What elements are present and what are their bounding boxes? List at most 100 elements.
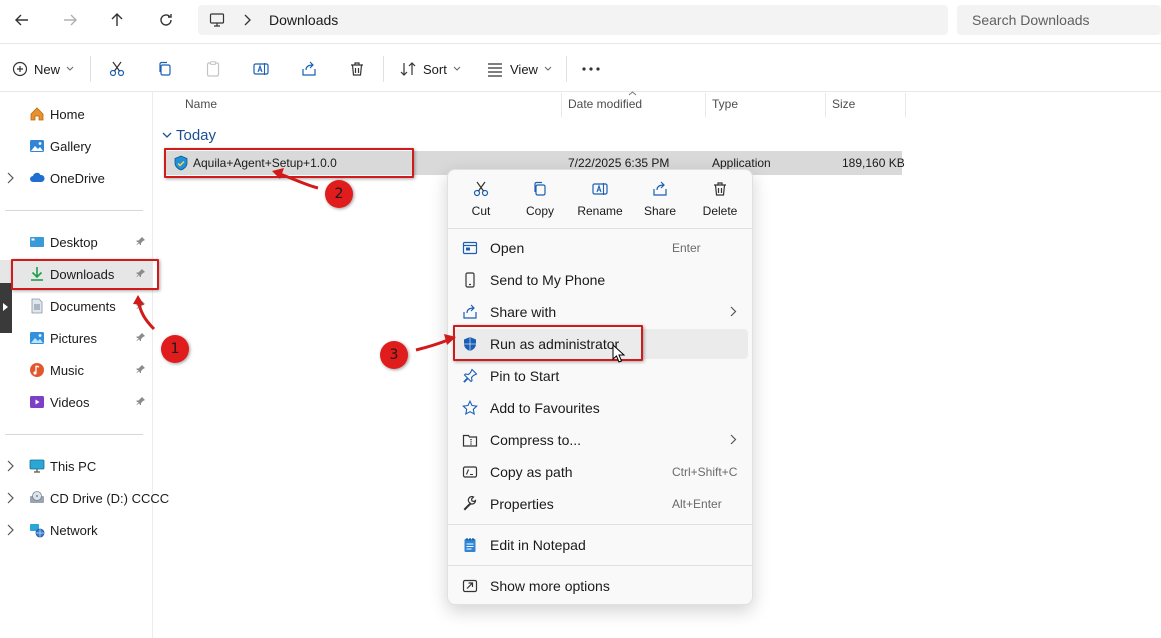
refresh-icon bbox=[160, 14, 172, 26]
menu-item-open[interactable]: Open Enter bbox=[454, 233, 748, 263]
menu-item-label: Copy as path bbox=[490, 464, 573, 480]
share-icon bbox=[463, 304, 477, 319]
sidebar-item-network[interactable]: Network bbox=[0, 516, 153, 544]
new-button[interactable]: New bbox=[12, 56, 74, 82]
highlight-box-downloads bbox=[11, 259, 159, 290]
sidebar-item-label: Gallery bbox=[50, 139, 92, 154]
menu-item-shortcut: Ctrl+Shift+C bbox=[672, 465, 738, 479]
menu-item-label: Share with bbox=[490, 304, 557, 320]
sidebar-item-label: Network bbox=[50, 523, 98, 538]
side-peek-tab[interactable] bbox=[0, 283, 12, 333]
sort-icon bbox=[400, 62, 416, 76]
clipboard-icon bbox=[206, 61, 220, 77]
chevron-right-icon[interactable] bbox=[6, 460, 14, 472]
copy-button[interactable] bbox=[156, 56, 174, 82]
arrow-left-icon bbox=[15, 14, 28, 26]
chevron-down-icon bbox=[544, 66, 552, 71]
sort-button[interactable]: Sort bbox=[399, 56, 461, 82]
sidebar-item-videos[interactable]: Videos bbox=[0, 388, 153, 416]
column-header-size[interactable]: Size bbox=[832, 97, 855, 111]
sidebar-item-gallery[interactable]: Gallery bbox=[0, 132, 153, 160]
pin-icon[interactable] bbox=[136, 396, 146, 406]
view-button[interactable]: View bbox=[486, 56, 552, 82]
column-header-name[interactable]: Name bbox=[185, 97, 217, 111]
address-path[interactable]: Downloads bbox=[198, 5, 948, 35]
column-divider[interactable] bbox=[561, 93, 562, 117]
menu-item-edit-in-notepad[interactable]: Edit in Notepad bbox=[454, 530, 748, 560]
menu-item-show-more-options[interactable]: Show more options bbox=[454, 571, 748, 601]
chevron-right-icon[interactable] bbox=[6, 524, 14, 536]
menu-item-label: Pin to Start bbox=[490, 368, 560, 384]
context-menu: Cut Copy Rename Share Delete Open Enter … bbox=[447, 169, 753, 605]
back-button[interactable] bbox=[8, 8, 36, 32]
more-options-button[interactable] bbox=[581, 56, 601, 82]
trash-icon bbox=[351, 62, 363, 76]
column-header-date-modified[interactable]: Date modified bbox=[568, 97, 642, 111]
star-icon bbox=[462, 400, 478, 416]
rename-button[interactable] bbox=[252, 56, 270, 82]
share-button[interactable] bbox=[300, 56, 318, 82]
computer-icon bbox=[29, 459, 45, 473]
pin-icon[interactable] bbox=[136, 364, 146, 374]
view-label: View bbox=[510, 61, 538, 77]
sidebar-divider bbox=[5, 434, 143, 435]
path-segment-downloads[interactable]: Downloads bbox=[269, 12, 338, 28]
menu-item-add-to-favourites[interactable]: Add to Favourites bbox=[454, 393, 748, 423]
cut-button[interactable] bbox=[108, 56, 126, 82]
sidebar-item-home[interactable]: Home bbox=[0, 100, 153, 128]
menu-item-pin-to-start[interactable]: Pin to Start bbox=[454, 361, 748, 391]
forward-button[interactable] bbox=[56, 8, 84, 32]
sidebar-item-label: Pictures bbox=[50, 331, 97, 346]
context-cut-button[interactable]: Cut bbox=[452, 180, 510, 228]
chevron-right-icon[interactable] bbox=[6, 492, 14, 504]
chevron-right-icon[interactable] bbox=[6, 172, 14, 184]
up-button[interactable] bbox=[103, 8, 131, 32]
network-icon bbox=[30, 524, 45, 538]
annotation-arrow-3 bbox=[415, 334, 456, 352]
sidebar-item-desktop[interactable]: Desktop bbox=[0, 228, 153, 256]
home-icon bbox=[30, 107, 44, 121]
gallery-icon bbox=[30, 140, 44, 152]
column-divider[interactable] bbox=[825, 93, 826, 117]
sidebar-item-label: CD Drive (D:) CCCC bbox=[50, 491, 170, 506]
pin-icon bbox=[463, 368, 478, 383]
refresh-button[interactable] bbox=[152, 8, 180, 32]
menu-divider bbox=[448, 524, 752, 525]
column-header-type[interactable]: Type bbox=[712, 97, 738, 111]
menu-item-copy-as-path[interactable]: Copy as path Ctrl+Shift+C bbox=[454, 457, 748, 487]
arrow-right-icon bbox=[64, 14, 77, 26]
menu-item-compress-to[interactable]: Compress to... bbox=[454, 425, 748, 455]
menu-item-send-to-phone[interactable]: Send to My Phone bbox=[454, 265, 748, 295]
chevron-right-icon bbox=[730, 306, 737, 317]
delete-button[interactable] bbox=[348, 56, 366, 82]
file-date: 7/22/2025 6:35 PM bbox=[568, 156, 670, 170]
column-divider[interactable] bbox=[705, 93, 706, 117]
column-divider[interactable] bbox=[905, 93, 906, 117]
search-input[interactable]: Search Downloads bbox=[957, 5, 1161, 35]
rename-icon bbox=[253, 63, 269, 75]
video-icon bbox=[30, 396, 44, 408]
pin-icon[interactable] bbox=[136, 236, 146, 246]
new-label: New bbox=[34, 61, 61, 77]
context-delete-button[interactable]: Delete bbox=[691, 180, 749, 228]
command-bar: New Sort View bbox=[0, 44, 1161, 92]
menu-item-properties[interactable]: Properties Alt+Enter bbox=[454, 489, 748, 519]
sidebar-item-music[interactable]: Music bbox=[0, 356, 153, 384]
arrow-up-icon bbox=[111, 13, 123, 26]
copy-path-icon bbox=[462, 466, 478, 478]
context-copy-button[interactable]: Copy bbox=[511, 180, 569, 228]
sidebar-item-cd-drive[interactable]: CD Drive (D:) CCCC bbox=[0, 484, 169, 512]
menu-divider bbox=[448, 565, 752, 566]
quick-action-label: Delete bbox=[702, 204, 738, 218]
chevron-down-icon[interactable] bbox=[162, 131, 172, 139]
sidebar-item-onedrive[interactable]: OneDrive bbox=[0, 164, 153, 192]
group-header-today[interactable]: Today bbox=[176, 127, 216, 144]
context-share-button[interactable]: Share bbox=[631, 180, 689, 228]
menu-item-label: Send to My Phone bbox=[490, 272, 606, 288]
chevron-right-icon bbox=[730, 434, 737, 445]
context-rename-button[interactable]: Rename bbox=[571, 180, 629, 228]
paste-button[interactable] bbox=[204, 56, 222, 82]
sidebar-item-this-pc[interactable]: This PC bbox=[0, 452, 153, 480]
menu-item-share-with[interactable]: Share with bbox=[454, 297, 748, 327]
annotation-arrow-1 bbox=[133, 295, 156, 331]
